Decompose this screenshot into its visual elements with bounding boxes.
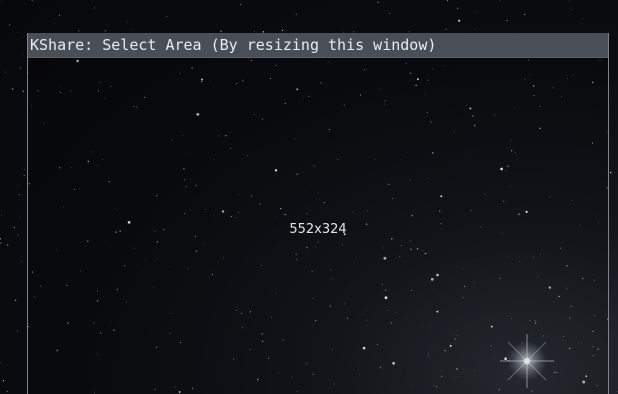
area-select-window[interactable]: KShare: Select Area (By resizing this wi… bbox=[27, 33, 609, 394]
title-bar[interactable]: KShare: Select Area (By resizing this wi… bbox=[28, 33, 608, 58]
window-title: KShare: Select Area (By resizing this wi… bbox=[30, 36, 437, 54]
selection-size-label: 552x324 bbox=[289, 222, 347, 237]
